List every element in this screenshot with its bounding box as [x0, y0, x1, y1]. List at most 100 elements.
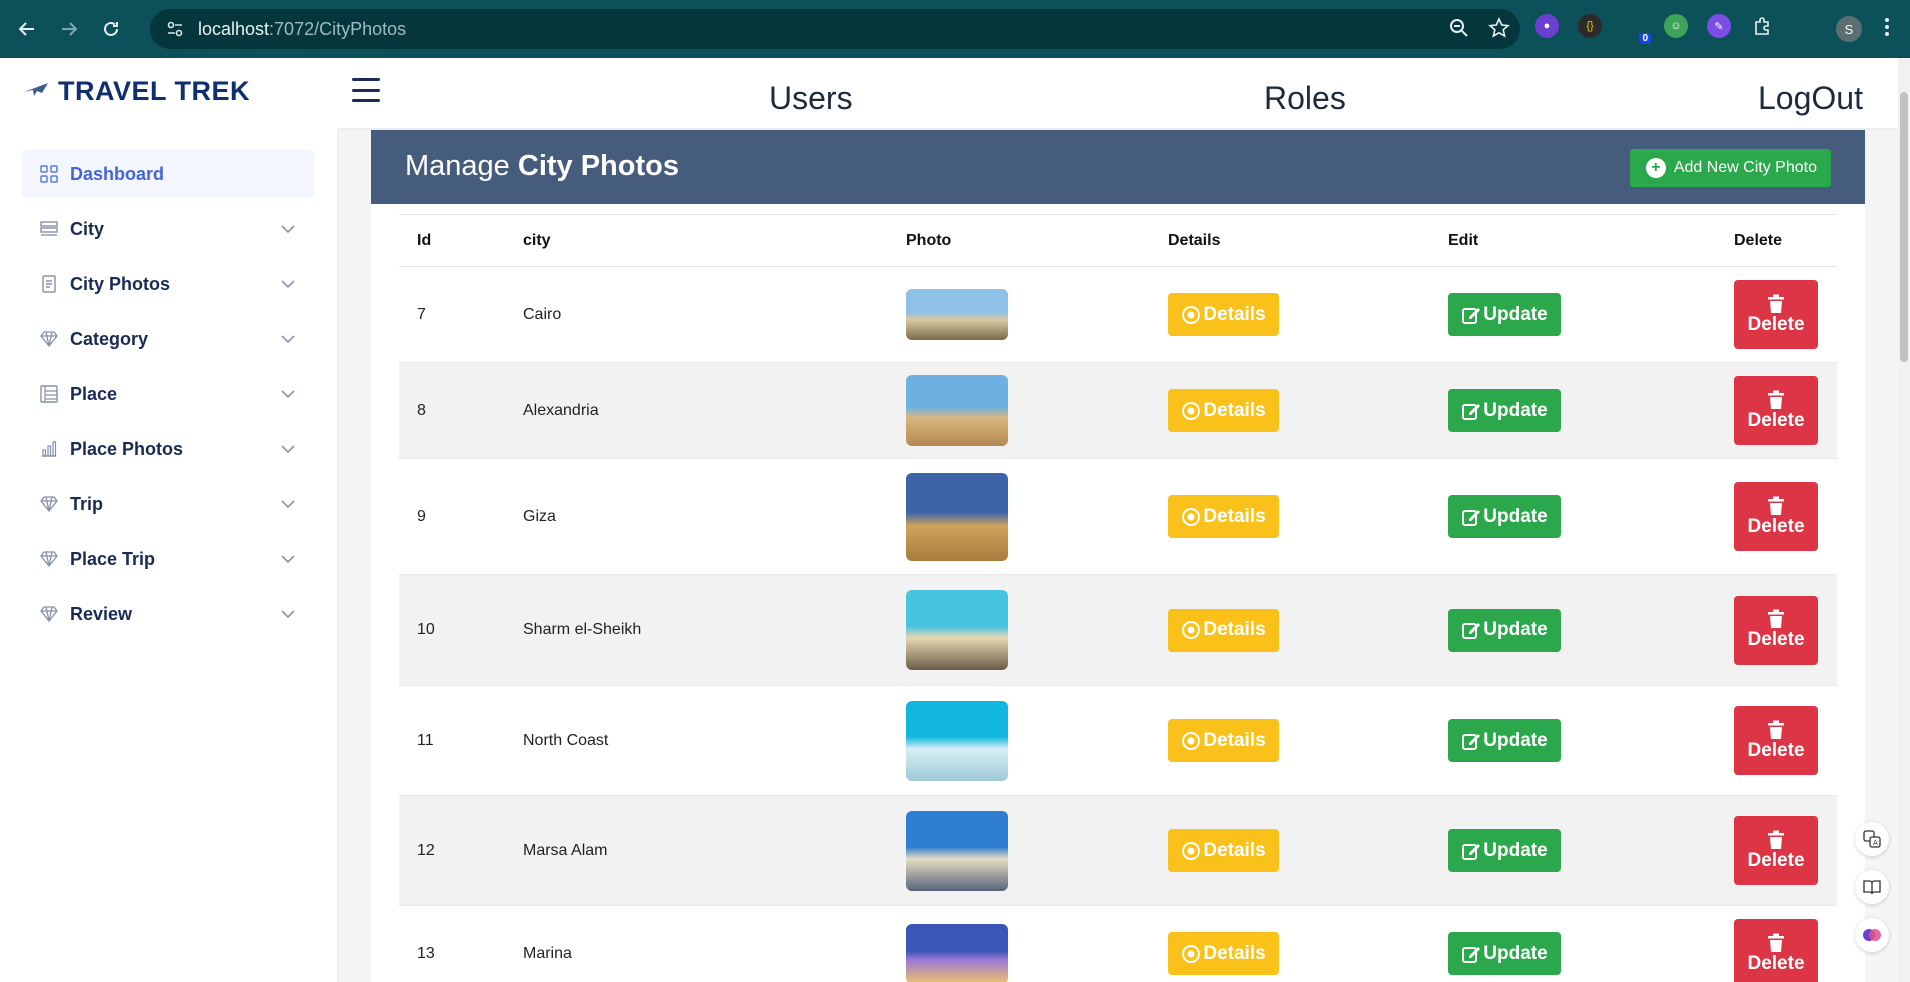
svg-text:A: A — [1873, 839, 1878, 847]
details-button[interactable]: Details — [1168, 389, 1279, 432]
cell-details: Details — [1150, 574, 1430, 686]
robot-extension-icon[interactable]: ☺ — [1664, 14, 1688, 38]
details-button[interactable]: Details — [1168, 608, 1279, 652]
delete-button[interactable]: Delete — [1734, 595, 1818, 665]
address-bar[interactable]: localhost:7072/CityPhotos — [150, 9, 1520, 49]
document-icon — [38, 273, 60, 295]
sidebar-item-trip[interactable]: Trip — [22, 480, 314, 528]
sidebar-item-label: Place Trip — [70, 548, 156, 569]
cell-edit: Update — [1430, 362, 1716, 459]
update-button[interactable]: Update — [1448, 495, 1561, 538]
panel-header: Manage City Photos + Add New City Photo — [371, 130, 1865, 204]
cell-id: 11 — [399, 685, 505, 796]
page-scrollbar[interactable] — [1898, 58, 1910, 982]
chevron-down-icon — [280, 551, 296, 572]
brain-extension-icon[interactable]: ● — [1535, 14, 1559, 38]
delete-button[interactable]: Delete — [1734, 816, 1818, 885]
trash-icon — [1768, 720, 1784, 739]
delete-button[interactable]: Delete — [1734, 706, 1818, 775]
cell-photo — [888, 266, 1150, 363]
cell-details: Details — [1150, 905, 1430, 982]
feather-extension-icon[interactable]: ✎ — [1707, 14, 1731, 38]
scrollbar-thumb[interactable] — [1900, 92, 1908, 362]
app-header: TRAVEL TREK Users Roles LogOut — [0, 58, 1910, 128]
brand-name: TRAVEL TREK — [58, 76, 251, 106]
chevron-down-icon — [280, 276, 296, 297]
json-extension-icon[interactable]: {} — [1578, 14, 1602, 38]
table-row: 13 Marina Details Update Delete — [399, 905, 1837, 982]
nav-logout[interactable]: LogOut — [1758, 80, 1863, 117]
eye-icon — [1182, 944, 1201, 963]
update-label: Update — [1483, 942, 1548, 964]
puzzle-extensions-icon[interactable] — [1750, 14, 1774, 38]
details-label: Details — [1203, 303, 1266, 325]
bookmark-star-icon[interactable] — [1488, 17, 1510, 44]
details-button[interactable]: Details — [1168, 932, 1279, 975]
back-button[interactable] — [12, 14, 42, 44]
delete-button[interactable]: Delete — [1734, 482, 1818, 551]
cursor-extension-icon[interactable]: 0 — [1621, 14, 1651, 44]
cell-photo — [888, 685, 1150, 796]
update-button[interactable]: Update — [1448, 719, 1561, 762]
update-label: Update — [1483, 303, 1548, 325]
site-settings-icon[interactable] — [164, 18, 186, 40]
delete-button[interactable]: Delete — [1734, 376, 1818, 445]
sidebar-item-city[interactable]: City — [22, 205, 314, 253]
reload-button[interactable] — [96, 14, 126, 44]
update-button[interactable]: Update — [1448, 389, 1561, 432]
update-button[interactable]: Update — [1448, 608, 1561, 652]
column-header-delete: Delete — [1716, 214, 1837, 267]
delete-label: Delete — [1747, 739, 1805, 761]
details-button[interactable]: Details — [1168, 293, 1279, 336]
sidebar-item-review[interactable]: Review — [22, 590, 314, 638]
sidebar-item-place[interactable]: Place — [22, 370, 314, 418]
zoom-icon[interactable] — [1448, 17, 1470, 44]
details-label: Details — [1203, 619, 1266, 640]
city-photos-table: Id city Photo Details Edit Delete 7 Cairo… — [399, 214, 1837, 982]
sidebar-item-city-photos[interactable]: City Photos — [22, 260, 314, 308]
edit-icon — [1462, 946, 1481, 963]
delete-label: Delete — [1747, 313, 1805, 335]
chevron-down-icon — [280, 221, 296, 242]
kebab-menu-icon[interactable] — [1884, 16, 1890, 43]
delete-button[interactable]: Delete — [1734, 919, 1818, 982]
cell-edit: Update — [1430, 574, 1716, 686]
cell-details: Details — [1150, 685, 1430, 796]
nav-users[interactable]: Users — [769, 80, 853, 117]
forward-button[interactable] — [54, 14, 84, 44]
cell-delete: Delete — [1716, 574, 1837, 686]
eye-icon — [1182, 507, 1201, 526]
sidebar-item-dashboard[interactable]: Dashboard — [22, 150, 314, 198]
update-button[interactable]: Update — [1448, 293, 1561, 336]
hamburger-menu-icon[interactable] — [352, 78, 380, 102]
cell-delete: Delete — [1716, 795, 1837, 906]
edit-icon — [1462, 509, 1481, 526]
cell-edit: Update — [1430, 685, 1716, 796]
nav-roles[interactable]: Roles — [1264, 80, 1346, 117]
cell-city: Giza — [505, 458, 888, 575]
profile-avatar[interactable]: S — [1836, 16, 1862, 42]
trash-icon — [1768, 609, 1784, 628]
reading-mode-icon[interactable] — [1855, 870, 1889, 904]
brand-logo[interactable]: TRAVEL TREK — [22, 76, 250, 107]
update-button[interactable]: Update — [1448, 932, 1561, 975]
cell-city: Marsa Alam — [505, 795, 888, 906]
column-header-city: city — [505, 214, 888, 267]
sidebar-item-label: Dashboard — [70, 163, 165, 184]
sidebar-item-place-photos[interactable]: Place Photos — [22, 425, 314, 473]
sidebar-item-place-trip[interactable]: Place Trip — [22, 535, 314, 583]
cell-id: 8 — [399, 362, 505, 459]
eye-icon — [1182, 401, 1201, 420]
brain-assistant-icon[interactable] — [1855, 918, 1889, 952]
translate-icon[interactable]: A — [1855, 822, 1889, 856]
eye-icon — [1182, 731, 1201, 750]
details-button[interactable]: Details — [1168, 829, 1279, 872]
sidebar-item-category[interactable]: Category — [22, 315, 314, 363]
table-row: 11 North Coast Details Update Delete — [399, 685, 1837, 796]
update-button[interactable]: Update — [1448, 829, 1561, 872]
delete-button[interactable]: Delete — [1734, 280, 1818, 349]
details-button[interactable]: Details — [1168, 719, 1279, 762]
column-header-photo: Photo — [888, 214, 1150, 267]
add-city-photo-button[interactable]: + Add New City Photo — [1629, 149, 1831, 187]
details-button[interactable]: Details — [1168, 495, 1279, 538]
